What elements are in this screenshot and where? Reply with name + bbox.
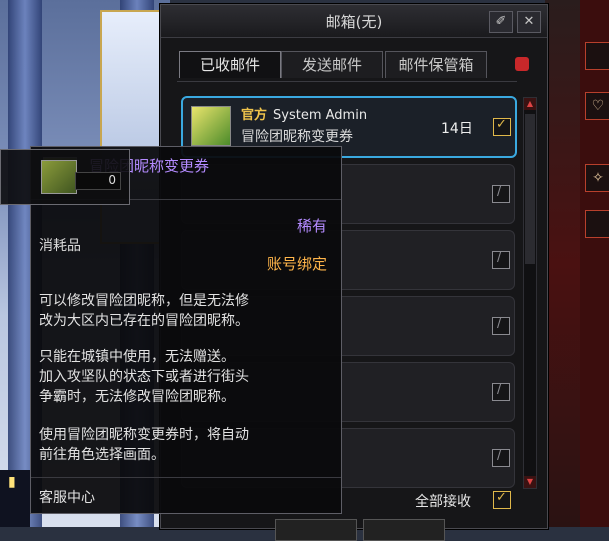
tab-received[interactable]: 已收邮件 bbox=[179, 51, 281, 78]
mail-checkbox[interactable] bbox=[492, 382, 510, 401]
right-strip bbox=[580, 0, 609, 527]
official-tag: 官方 bbox=[241, 108, 268, 123]
tab-storage[interactable]: 邮件保管箱 bbox=[385, 51, 487, 78]
star-icon[interactable]: ✧ bbox=[585, 164, 609, 192]
receive-all-checkbox[interactable] bbox=[493, 490, 511, 509]
item-usage-note: 只能在城镇中使用，无法赠送。 加入攻坚队的状态下或者进行街头 争霸时，无法修改冒… bbox=[39, 349, 249, 405]
receive-all-label: 全部接收 bbox=[415, 494, 471, 510]
mail-checkbox[interactable] bbox=[492, 448, 510, 467]
mail-checkbox[interactable] bbox=[493, 117, 511, 136]
mail-expiry: 14日 bbox=[441, 121, 473, 137]
bottom-left-panel: ▮ bbox=[0, 470, 30, 527]
portrait-icon[interactable] bbox=[585, 42, 609, 70]
item-quantity: 0 bbox=[75, 172, 121, 190]
equip-icon[interactable] bbox=[585, 210, 609, 238]
item-description: 可以修改冒险团昵称，但是无法修 改为大区内已存在的冒险团昵称。 bbox=[39, 293, 249, 329]
mail-checkbox[interactable] bbox=[492, 184, 510, 203]
mail-checkbox[interactable] bbox=[492, 250, 510, 269]
divider bbox=[31, 477, 341, 478]
close-icon[interactable]: ✕ bbox=[517, 11, 541, 33]
item-binding: 账号绑定 bbox=[266, 255, 327, 273]
tab-sent[interactable]: 发送邮件 bbox=[281, 51, 383, 78]
action-button[interactable] bbox=[363, 519, 445, 541]
action-button[interactable] bbox=[275, 519, 357, 541]
pin-icon[interactable]: ✐ bbox=[489, 11, 513, 33]
mail-item-icon bbox=[191, 106, 231, 146]
item-rarity: 稀有 bbox=[296, 217, 327, 235]
mail-subject: 冒险团昵称变更券 bbox=[241, 129, 353, 145]
pillar-glyph-icon: ▮ bbox=[8, 474, 16, 490]
sender-name: System Admin bbox=[273, 108, 368, 123]
item-type: 消耗品 bbox=[39, 238, 81, 254]
mail-checkbox[interactable] bbox=[492, 316, 510, 335]
lock-icon[interactable] bbox=[515, 57, 529, 71]
scroll-up-icon[interactable]: ▲ bbox=[524, 98, 536, 110]
ticket-icon bbox=[41, 160, 77, 194]
item-effect-note: 使用冒险团昵称变更券时，将自动 前往角色选择画面。 bbox=[39, 427, 249, 463]
mail-list-scrollbar[interactable]: ▲ ▼ bbox=[523, 97, 537, 489]
scroll-thumb[interactable] bbox=[525, 114, 535, 264]
item-slot[interactable]: 0 bbox=[0, 149, 130, 205]
customer-service-link: 客服中心 bbox=[39, 490, 95, 506]
heart-icon[interactable]: ♡ bbox=[585, 92, 609, 120]
mailbox-title-bar[interactable]: 邮箱(无) ✐ ✕ bbox=[161, 5, 547, 38]
scroll-down-icon[interactable]: ▼ bbox=[524, 476, 536, 488]
mail-sender: 官方 System Admin bbox=[241, 104, 367, 123]
